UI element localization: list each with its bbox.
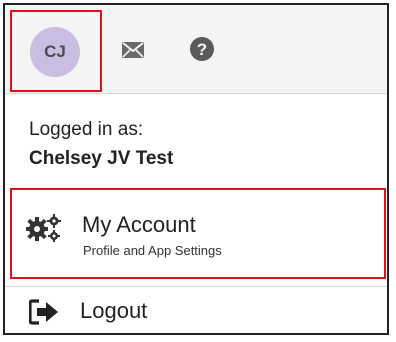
envelope-icon[interactable] (121, 41, 145, 64)
my-account-subtitle: Profile and App Settings (83, 243, 222, 258)
gears-icon (26, 214, 62, 247)
my-account-menu-item[interactable]: My Account Profile and App Settings (10, 188, 386, 279)
avatar-highlight[interactable]: CJ (10, 10, 102, 92)
logout-label: Logout (80, 298, 148, 323)
svg-text:?: ? (197, 40, 207, 59)
dropdown-header: CJ ? (5, 5, 387, 94)
avatar[interactable]: CJ (30, 27, 80, 77)
my-account-label: My Account (82, 212, 196, 237)
user-dropdown-panel: CJ ? Logged in as: Chelsey JV Test My Ac… (3, 3, 389, 335)
question-circle-icon[interactable]: ? (189, 36, 215, 67)
logged-in-user-name: Chelsey JV Test (29, 148, 174, 169)
logout-menu-item[interactable]: Logout (10, 290, 386, 332)
logged-in-label: Logged in as: (29, 119, 144, 140)
menu-divider (5, 286, 387, 287)
sign-out-icon (28, 299, 59, 330)
